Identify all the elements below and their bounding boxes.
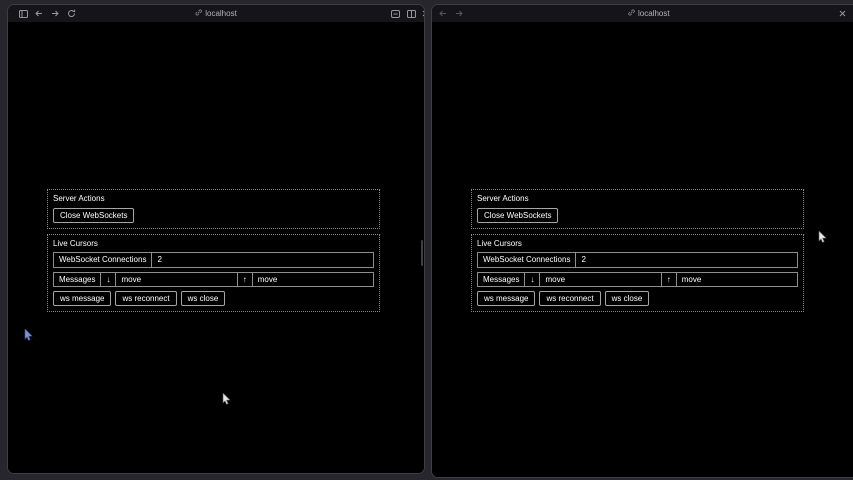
link-icon (195, 9, 202, 18)
url-text: localhost (638, 9, 670, 18)
split-view-icon[interactable] (405, 8, 417, 19)
server-actions-box: Server Actions Close WebSockets (47, 189, 380, 229)
live-cursors-box: Live Cursors WebSocket Connections 2 Mes… (47, 234, 380, 313)
forward-icon[interactable] (49, 8, 61, 19)
close-icon[interactable] (836, 8, 848, 19)
ws-message-button[interactable]: ws message (477, 291, 535, 306)
arrow-up-icon: ↑ (662, 273, 677, 287)
arrow-up-icon: ↑ (238, 273, 253, 287)
sent-message-value: move (253, 273, 373, 287)
close-icon[interactable] (419, 8, 425, 19)
live-cursors-box: Live Cursors WebSocket Connections 2 Mes… (471, 234, 804, 313)
reload-icon[interactable] (65, 8, 77, 19)
sent-message-value: move (677, 273, 797, 287)
connections-label: WebSocket Connections (54, 253, 152, 267)
tab-overview-icon[interactable] (389, 8, 401, 19)
ws-reconnect-button[interactable]: ws reconnect (115, 291, 176, 306)
connections-value: 2 (576, 253, 797, 267)
close-websockets-button[interactable]: Close WebSockets (53, 208, 134, 223)
received-message-value: move (116, 273, 237, 287)
ws-message-button[interactable]: ws message (53, 291, 111, 306)
ws-reconnect-button[interactable]: ws reconnect (539, 291, 600, 306)
ws-close-button[interactable]: ws close (181, 291, 226, 306)
messages-row: Messages ↓ move ↑ move (53, 272, 374, 288)
server-actions-box: Server Actions Close WebSockets (471, 189, 804, 229)
address-title[interactable]: localhost (195, 9, 237, 18)
toolbar: localhost (432, 5, 853, 22)
browser-window-left: localhost Server Actions Close WebSocket… (7, 4, 425, 474)
messages-row: Messages ↓ move ↑ move (477, 272, 798, 288)
forward-icon[interactable] (453, 8, 465, 19)
connections-row: WebSocket Connections 2 (477, 252, 798, 268)
ws-buttons-row: ws message ws reconnect ws close (477, 291, 798, 306)
controls-panel: Server Actions Close WebSockets Live Cur… (471, 189, 804, 317)
close-websockets-button[interactable]: Close WebSockets (477, 208, 558, 223)
live-cursors-title: Live Cursors (53, 239, 374, 249)
url-text: localhost (205, 9, 237, 18)
toolbar: localhost (8, 5, 424, 22)
address-title[interactable]: localhost (628, 9, 670, 18)
page-content: Server Actions Close WebSockets Live Cur… (8, 22, 424, 473)
live-cursors-title: Live Cursors (477, 239, 798, 249)
messages-label: Messages (54, 273, 101, 287)
connections-label: WebSocket Connections (478, 253, 576, 267)
browser-window-right: localhost Server Actions Close WebSocket… (431, 4, 853, 478)
arrow-down-icon: ↓ (101, 273, 116, 287)
messages-label: Messages (478, 273, 525, 287)
connections-value: 2 (152, 253, 373, 267)
controls-panel: Server Actions Close WebSockets Live Cur… (47, 189, 380, 317)
remote-cursor-white (818, 230, 827, 248)
link-icon (628, 9, 635, 18)
arrow-down-icon: ↓ (525, 273, 540, 287)
back-icon[interactable] (33, 8, 45, 19)
page-content: Server Actions Close WebSockets Live Cur… (432, 22, 853, 477)
ws-buttons-row: ws message ws reconnect ws close (53, 291, 374, 306)
server-actions-title: Server Actions (53, 194, 374, 204)
received-message-value: move (540, 273, 661, 287)
scrollbar-thumb[interactable] (421, 240, 423, 266)
server-actions-title: Server Actions (477, 194, 798, 204)
ws-close-button[interactable]: ws close (605, 291, 650, 306)
back-icon[interactable] (437, 8, 449, 19)
system-cursor (222, 392, 231, 410)
remote-cursor-blue (24, 328, 33, 346)
sidebar-toggle-icon[interactable] (17, 8, 29, 19)
connections-row: WebSocket Connections 2 (53, 252, 374, 268)
